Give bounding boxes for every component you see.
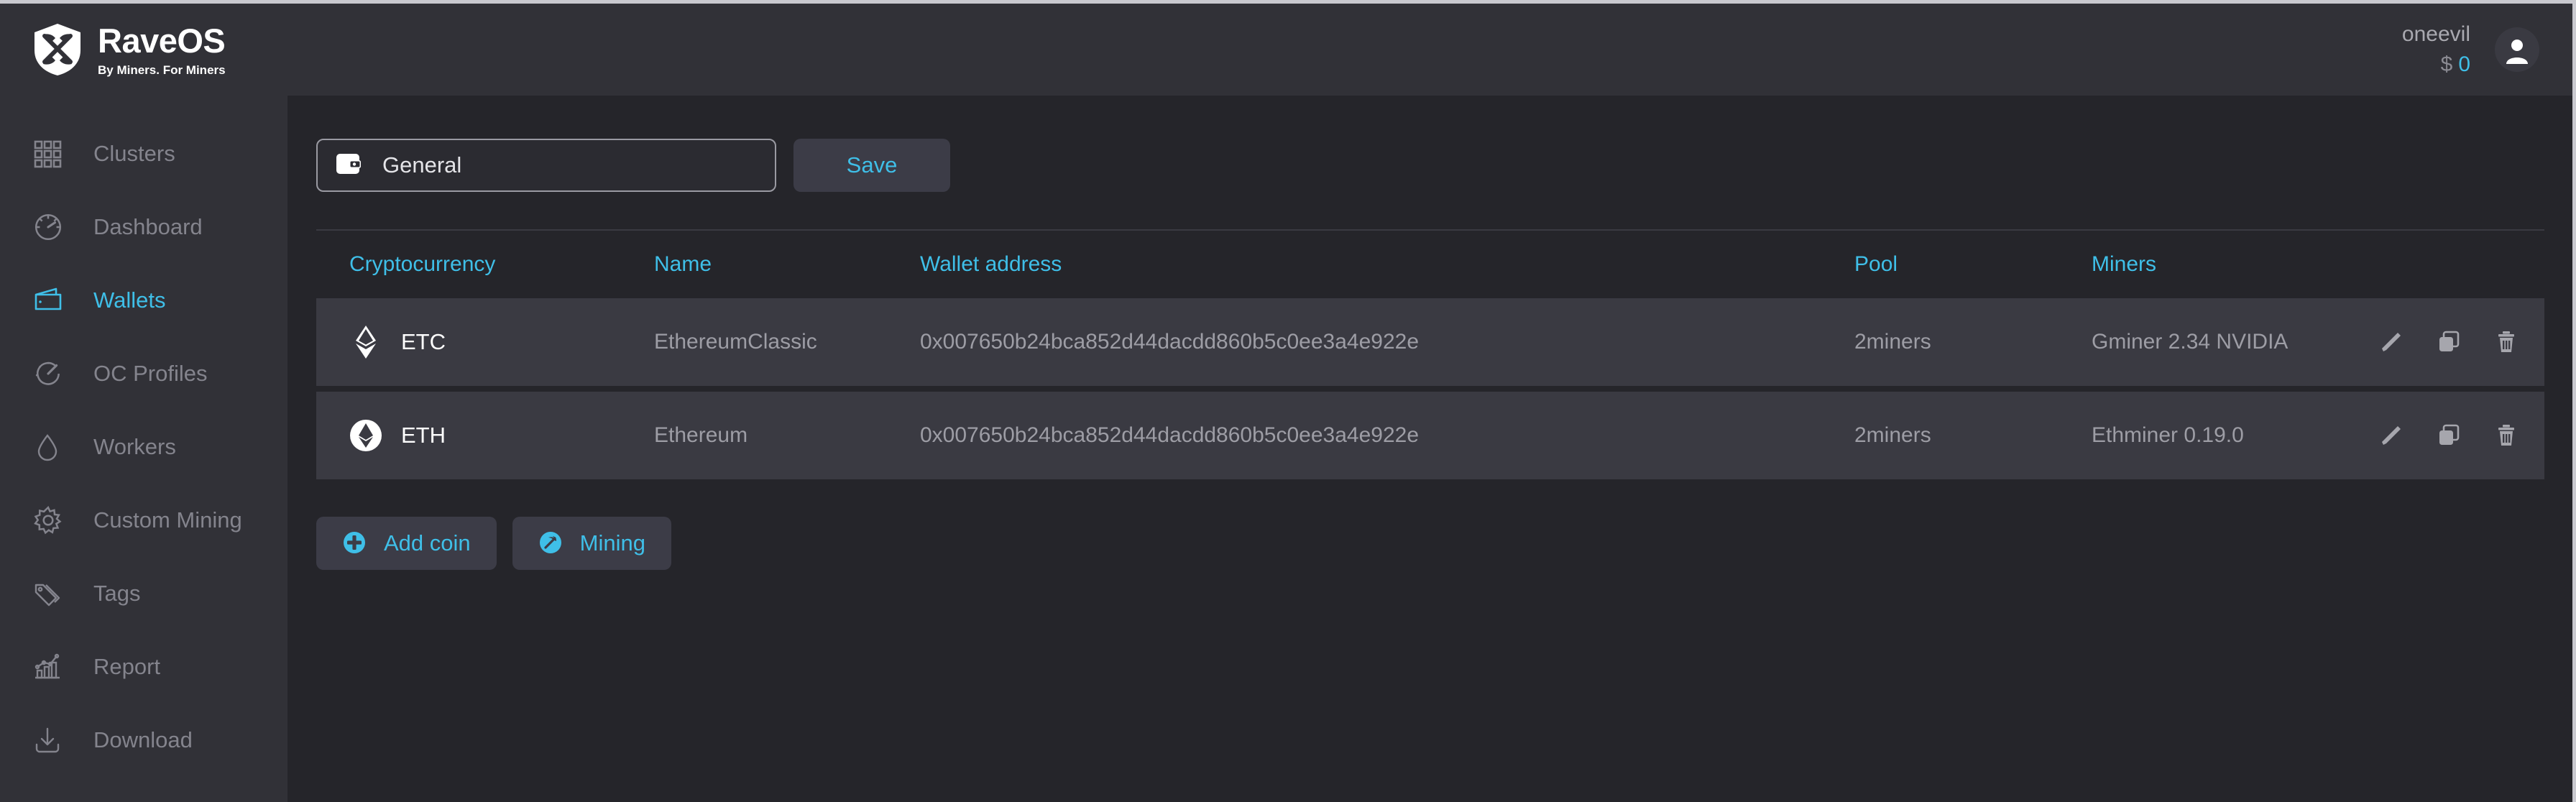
chart-icon bbox=[33, 653, 78, 681]
column-header-pool: Pool bbox=[1854, 252, 2092, 277]
etc-coin-icon bbox=[349, 326, 382, 359]
sidebar-item-label: OC Profiles bbox=[93, 361, 207, 387]
cell-miners: Gminer 2.34 NVIDIA bbox=[2092, 330, 2379, 354]
cell-cryptocurrency: ETH bbox=[316, 419, 654, 452]
grid-icon bbox=[33, 139, 78, 168]
shield-pickaxe-icon bbox=[33, 23, 82, 76]
sidebar-nav: Clusters Dashboard Wallet bbox=[0, 96, 288, 802]
delete-icon[interactable] bbox=[2494, 420, 2518, 451]
cell-wallet-address: 0x007650b24bca852d44dacdd860b5c0ee3a4e92… bbox=[920, 330, 1854, 354]
download-icon bbox=[33, 726, 78, 755]
sidebar-item-clusters[interactable]: Clusters bbox=[0, 117, 288, 190]
sidebar-item-label: Dashboard bbox=[93, 214, 203, 240]
sidebar-item-tags[interactable]: Tags bbox=[0, 557, 288, 630]
sidebar-item-wallets[interactable]: Wallets bbox=[0, 264, 288, 337]
edit-icon[interactable] bbox=[2379, 420, 2404, 451]
copy-icon[interactable] bbox=[2437, 326, 2461, 358]
edit-icon[interactable] bbox=[2379, 326, 2404, 358]
sidebar-item-workers[interactable]: Workers bbox=[0, 410, 288, 484]
footer-button-row: Add coin Mining bbox=[316, 517, 2569, 570]
cell-pool: 2miners bbox=[1854, 423, 2092, 448]
add-coin-label: Add coin bbox=[384, 530, 471, 556]
user-balance: $0 bbox=[2441, 50, 2470, 78]
sidebar-item-label: Clusters bbox=[93, 141, 175, 167]
cell-pool: 2miners bbox=[1854, 330, 2092, 354]
user-name: oneevil bbox=[2402, 22, 2470, 47]
tag-icon bbox=[33, 579, 78, 608]
cell-cryptocurrency: ETC bbox=[316, 326, 654, 359]
user-area[interactable]: oneevil $0 bbox=[2402, 22, 2539, 78]
mining-label: Mining bbox=[580, 530, 645, 556]
main-content: General Save Cryptocurrency Name Wallet … bbox=[288, 96, 2569, 802]
table-row[interactable]: ETC EthereumClassic 0x007650b24bca852d44… bbox=[316, 298, 2544, 386]
table-header-row: Cryptocurrency Name Wallet address Pool … bbox=[316, 229, 2544, 298]
gauge-icon bbox=[33, 212, 78, 242]
sidebar-item-label: Custom Mining bbox=[93, 507, 242, 533]
cell-actions bbox=[2379, 326, 2544, 358]
cell-actions bbox=[2379, 420, 2544, 451]
pickaxe-circle-icon bbox=[538, 530, 563, 557]
cell-name: Ethereum bbox=[654, 423, 920, 448]
add-coin-button[interactable]: Add coin bbox=[316, 517, 497, 570]
sidebar-item-report[interactable]: Report bbox=[0, 630, 288, 704]
speedometer-icon bbox=[33, 359, 78, 389]
brand-logo[interactable]: RaveOS By Miners. For Miners bbox=[33, 23, 226, 76]
top-header: RaveOS By Miners. For Miners oneevil $0 bbox=[0, 4, 2572, 96]
app-root: RaveOS By Miners. For Miners oneevil $0 bbox=[0, 0, 2576, 802]
currency-symbol: $ bbox=[2441, 52, 2453, 76]
delete-icon[interactable] bbox=[2494, 326, 2518, 358]
cell-name: EthereumClassic bbox=[654, 330, 920, 354]
user-info: oneevil $0 bbox=[2402, 22, 2470, 78]
copy-icon[interactable] bbox=[2437, 420, 2461, 451]
wallets-table: Cryptocurrency Name Wallet address Pool … bbox=[316, 229, 2544, 479]
brand-tagline: By Miners. For Miners bbox=[98, 64, 226, 76]
wallet-toolbar: General Save bbox=[316, 139, 2569, 192]
column-header-name: Name bbox=[654, 252, 920, 277]
sidebar-item-download[interactable]: Download bbox=[0, 704, 288, 777]
sidebar-item-custom-mining[interactable]: Custom Mining bbox=[0, 484, 288, 557]
sidebar-item-label: Report bbox=[93, 654, 160, 680]
sidebar-item-label: Tags bbox=[93, 581, 140, 607]
cell-wallet-address: 0x007650b24bca852d44dacdd860b5c0ee3a4e92… bbox=[920, 423, 1854, 448]
sidebar-item-dashboard[interactable]: Dashboard bbox=[0, 190, 288, 264]
sidebar-item-oc-profiles[interactable]: OC Profiles bbox=[0, 337, 288, 410]
sidebar-item-label: Wallets bbox=[93, 287, 165, 313]
cell-miners: Ethminer 0.19.0 bbox=[2092, 423, 2379, 448]
plus-circle-icon bbox=[342, 530, 367, 557]
eth-coin-icon bbox=[349, 419, 382, 452]
save-button[interactable]: Save bbox=[794, 139, 950, 192]
droplet-icon bbox=[33, 433, 78, 461]
wallet-icon bbox=[335, 152, 364, 180]
wallet-group-value: General bbox=[382, 152, 461, 178]
user-avatar-icon[interactable] bbox=[2495, 27, 2539, 72]
balance-amount: 0 bbox=[2458, 52, 2470, 76]
wallet-icon bbox=[33, 286, 78, 315]
wallet-group-select[interactable]: General bbox=[316, 139, 776, 192]
coin-symbol: ETC bbox=[401, 329, 446, 355]
column-header-cryptocurrency: Cryptocurrency bbox=[316, 252, 654, 277]
column-header-miners: Miners bbox=[2092, 252, 2379, 277]
table-row[interactable]: ETH Ethereum 0x007650b24bca852d44dacdd86… bbox=[316, 392, 2544, 479]
brand-title: RaveOS bbox=[98, 24, 226, 57]
coin-symbol: ETH bbox=[401, 423, 446, 448]
sidebar-item-label: Download bbox=[93, 727, 193, 753]
gear-icon bbox=[33, 505, 78, 535]
mining-button[interactable]: Mining bbox=[512, 517, 671, 570]
column-header-wallet-address: Wallet address bbox=[920, 252, 1854, 277]
sidebar-item-label: Workers bbox=[93, 434, 176, 460]
